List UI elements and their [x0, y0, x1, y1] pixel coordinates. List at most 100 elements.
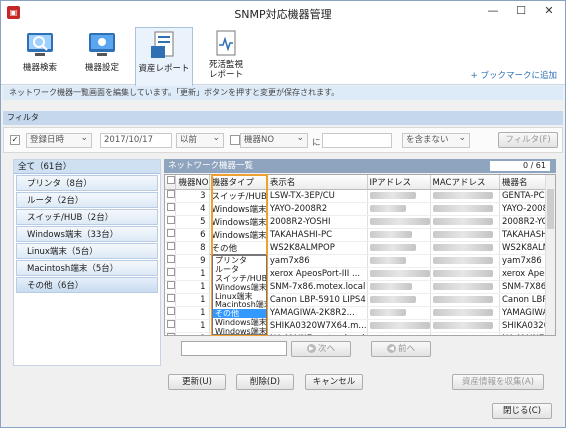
update-button[interactable]: 更新(U)	[168, 374, 226, 390]
category-item[interactable]: ルータ（2台）	[16, 192, 158, 208]
scroll-thumb[interactable]	[547, 189, 554, 229]
delete-button[interactable]: 削除(D)	[236, 374, 294, 390]
date-field-select[interactable]: 登録日時	[26, 132, 92, 148]
row-checkbox[interactable]	[165, 332, 177, 335]
column-header[interactable]: 機器タイプ	[209, 175, 268, 190]
category-item[interactable]: スイッチ/HUB（2台）	[16, 209, 158, 225]
tool-health-report[interactable]: 死活監視 レポート	[197, 27, 255, 83]
row-checkbox[interactable]	[165, 241, 177, 255]
mac-address	[430, 280, 500, 294]
filter-button[interactable]: フィルタ(F)	[498, 132, 558, 148]
device-no: 1	[175, 319, 210, 333]
display-name: Canon LBP-5910 LIPS4	[267, 293, 368, 307]
row-checkbox[interactable]	[165, 215, 177, 229]
category-list: 全て（61台） プリンタ（8台） ルータ（2台） スイッチ/HUB（2台） Wi…	[13, 159, 161, 366]
row-checkbox[interactable]	[165, 189, 177, 203]
category-all[interactable]: 全て（61台）	[14, 160, 160, 174]
field2-filter-checkbox[interactable]	[230, 135, 240, 145]
date-op-select[interactable]: 以前	[176, 132, 224, 148]
row-checkbox[interactable]	[165, 267, 177, 281]
next-icon: ▶	[306, 344, 316, 353]
monitor-icon	[87, 29, 117, 59]
category-item[interactable]: プリンタ（8台）	[16, 175, 158, 191]
ip-address	[367, 202, 431, 216]
filter-value-input[interactable]	[322, 133, 392, 148]
device-type: Windows端末	[209, 202, 268, 216]
page-input[interactable]	[181, 341, 287, 356]
tool-device-search[interactable]: 機器検索	[11, 27, 69, 83]
table-row[interactable]: 5 Windows端末 2008R2-YOSHI 2008R2-YO	[165, 215, 555, 229]
column-header[interactable]: MACアドレス	[430, 175, 500, 190]
toolbar: 機器検索 機器設定 資産レポート 死活監視 レポート + ブックマークに追加	[1, 25, 565, 86]
display-name: NA-MAIN7.motex.local	[267, 332, 368, 335]
tool-label: 機器検索	[22, 63, 57, 73]
row-checkbox[interactable]	[165, 306, 177, 320]
cancel-button[interactable]: キャンセル	[305, 374, 363, 390]
column-header[interactable]: 表示名	[267, 175, 368, 190]
dropdown-option[interactable]: ルータ	[213, 265, 266, 274]
device-no: 5	[175, 215, 210, 229]
grid-count: 0 / 61	[490, 161, 550, 171]
table-row[interactable]: 8 その他 WS2K8ALMPOP WS2K8ALM	[165, 240, 555, 255]
field2-select[interactable]: 機器NO	[240, 132, 308, 148]
tool-asset-report[interactable]: 資産レポート	[135, 27, 193, 86]
table-row[interactable]: 6 Windows端末 TAKAHASHI-PC TAKAHASHI	[165, 228, 555, 242]
dropdown-option[interactable]: プリンタ	[213, 256, 266, 265]
display-name: SHIKA0320W7X64.m...	[267, 319, 368, 333]
condition-select[interactable]: を含まない	[402, 132, 470, 148]
display-name: TAKAHASHI-PC	[267, 228, 368, 242]
next-page-button[interactable]: ▶ 次へ	[291, 341, 351, 357]
dropdown-option[interactable]: Windows端末	[213, 283, 266, 292]
display-name: SNM-7x86.motex.local	[267, 280, 368, 294]
row-checkbox[interactable]	[165, 228, 177, 242]
device-no: 1	[175, 267, 210, 281]
dropdown-option[interactable]: Windows端末	[213, 327, 266, 334]
column-header[interactable]: IPアドレス	[367, 175, 431, 190]
prev-page-button[interactable]: ◀ 前へ	[371, 341, 431, 357]
vertical-scrollbar[interactable]	[545, 175, 555, 335]
category-item[interactable]: その他（6台）	[16, 277, 158, 293]
row-checkbox[interactable]	[165, 254, 177, 268]
maximize-button[interactable]: ☐	[507, 1, 535, 21]
device-no: 1	[175, 280, 210, 294]
column-header[interactable]: 機器NO	[175, 175, 210, 190]
prev-icon: ◀	[386, 344, 396, 353]
row-checkbox[interactable]	[165, 319, 177, 333]
collect-asset-button[interactable]: 資産情報を収集(A)	[452, 374, 544, 390]
device-no: 3	[175, 189, 210, 203]
tool-device-settings[interactable]: 機器設定	[73, 27, 131, 83]
column-header-select[interactable]	[165, 175, 177, 190]
category-item[interactable]: Windows端末（33台）	[16, 226, 158, 242]
date-value-input[interactable]: 2017/10/17	[100, 133, 172, 148]
row-checkbox[interactable]	[165, 293, 177, 307]
mac-address	[430, 228, 500, 242]
tool-label: 資産レポート	[138, 64, 190, 74]
close-window-button[interactable]: ✕	[535, 1, 563, 21]
dropdown-option[interactable]: Windows端末	[213, 318, 266, 327]
device-no: 6	[175, 228, 210, 242]
minimize-button[interactable]: —	[479, 1, 507, 21]
ip-address	[367, 319, 431, 333]
device-no: 8	[175, 241, 210, 255]
display-name: yam7x86	[267, 254, 368, 268]
date-filter-checkbox[interactable]: ✓	[10, 135, 20, 145]
table-row[interactable]: 3 スイッチ/HUB LSW-TX-3EP/CU GENTA-PC...	[165, 189, 555, 203]
ip-address	[367, 215, 431, 229]
device-type-combobox[interactable]: その他	[208, 240, 268, 255]
ip-address	[367, 228, 431, 242]
dropdown-option[interactable]: スイッチ/HUB	[213, 274, 266, 283]
display-name: xerox ApeosPort-III ...	[267, 267, 368, 281]
category-item[interactable]: Macintosh端末（5台）	[16, 260, 158, 276]
display-name: 2008R2-YOSHI	[267, 215, 368, 229]
device-type-dropdown-list[interactable]: プリンタ ルータ スイッチ/HUB Windows端末 Linux端末 Macintosh…	[212, 255, 267, 335]
close-button[interactable]: 閉じる(C)	[492, 403, 552, 419]
display-name: LSW-TX-3EP/CU	[267, 189, 368, 203]
dropdown-option[interactable]: その他	[213, 309, 266, 318]
mac-address	[430, 202, 500, 216]
dropdown-option[interactable]: Macintosh端末	[213, 300, 266, 310]
add-bookmark-link[interactable]: + ブックマークに追加	[471, 69, 557, 81]
row-checkbox[interactable]	[165, 280, 177, 294]
row-checkbox[interactable]	[165, 202, 177, 216]
table-row[interactable]: 4 Windows端末 YAYO-2008R2 YAYO-2008	[165, 202, 555, 216]
category-item[interactable]: Linux端末（5台）	[16, 243, 158, 259]
